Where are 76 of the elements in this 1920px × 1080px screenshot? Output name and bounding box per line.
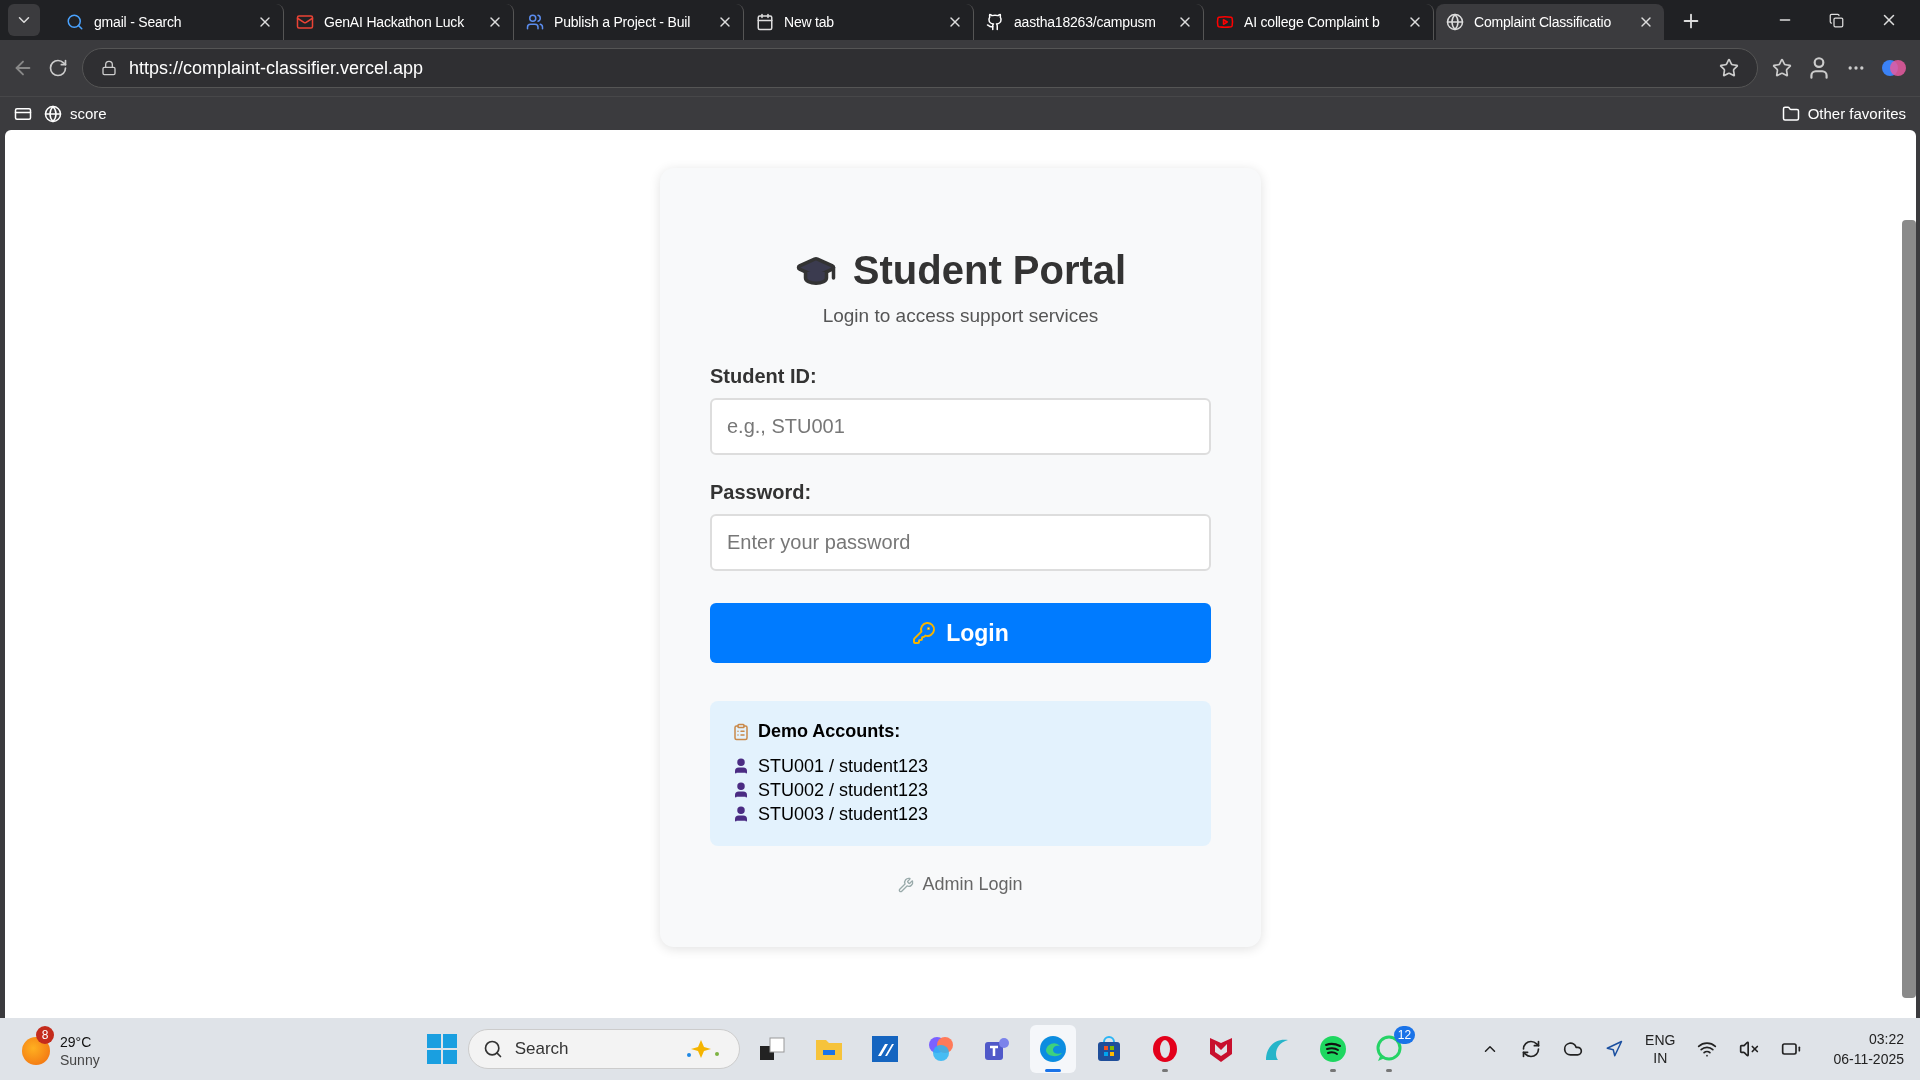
browser-tab[interactable]: gmail - Search (56, 4, 284, 40)
tab-list-button[interactable] (8, 4, 40, 36)
other-favorites[interactable]: Other favorites (1781, 104, 1906, 123)
favorites-icon[interactable] (1772, 58, 1792, 78)
weather-widget[interactable]: 8 29°C Sunny (16, 1025, 106, 1073)
temperature: 29°C (60, 1033, 93, 1051)
browser-tab[interactable]: AI college Complaint b (1206, 4, 1434, 40)
account-text: STU002 / student123 (758, 779, 929, 802)
account-text: STU001 / student123 (758, 755, 929, 778)
start-icon[interactable] (425, 1033, 458, 1065)
url-text: https://complaint-classifier.vercel.app (129, 57, 425, 79)
calendar-icon (756, 13, 774, 31)
restore-icon[interactable] (1829, 12, 1844, 28)
weather-condition: Sunny (60, 1051, 100, 1069)
bookmark-label: score (70, 105, 107, 122)
taskbar-search[interactable]: Search (467, 1029, 740, 1069)
address-bar[interactable]: https://complaint-classifier.vercel.app (82, 48, 1758, 88)
spotify-icon (1317, 1034, 1348, 1064)
notification-badge: 12 (1393, 1026, 1416, 1044)
muted-speaker-icon[interactable] (1739, 1039, 1760, 1059)
account-text: STU003 / student123 (758, 803, 929, 826)
globe-icon (44, 104, 62, 123)
time-text: 03:22 (1868, 1030, 1904, 1049)
language-text: ENG (1645, 1031, 1676, 1049)
login-button[interactable]: Login (710, 603, 1211, 663)
browser-tab[interactable]: Complaint Classificatio (1436, 4, 1664, 40)
user-icon (732, 781, 750, 799)
search-placeholder: Search (514, 1039, 570, 1059)
play-icon (1216, 13, 1234, 31)
browser-tab[interactable]: GenAI Hackathon Luck (286, 4, 514, 40)
sync-icon[interactable] (1521, 1039, 1542, 1059)
scrollbar-thumb[interactable] (1902, 220, 1916, 998)
key-icon (912, 621, 937, 645)
tab-title: Complaint Classificatio (1474, 14, 1612, 30)
demo-heading: Demo Accounts: (758, 721, 901, 742)
input-field[interactable]: Enter your password (710, 514, 1211, 571)
browser-tab[interactable]: Publish a Project - Buil (516, 4, 744, 40)
bookmark-label: Other favorites (1807, 105, 1906, 122)
field-label: Student ID: (710, 365, 818, 388)
clipboard-icon (732, 722, 750, 741)
lock-icon (101, 60, 117, 76)
browser-tab[interactable]: New tab (746, 4, 974, 40)
search-icon (66, 13, 84, 31)
tab-title: gmail - Search (94, 14, 183, 30)
tab-title: aastha18263/campusm (1014, 14, 1157, 30)
field-label: Password: (710, 481, 813, 504)
admin-login-link[interactable]: Admin Login (898, 874, 1023, 895)
bookmark[interactable]: score (44, 104, 107, 123)
language-indicator[interactable]: ENG IN (1645, 1031, 1676, 1067)
tab-title: New tab (784, 14, 835, 30)
subtitle: Login to access support services (821, 305, 1100, 327)
clock[interactable]: 03:22 06-11-2025 (1833, 1029, 1904, 1069)
user-icon (732, 757, 750, 775)
cloud-icon[interactable] (1563, 1039, 1584, 1059)
user-icon (732, 805, 750, 823)
notification-badge: 8 (36, 1026, 54, 1044)
github-icon (986, 13, 1004, 31)
page-title: Student Portal (852, 248, 1127, 293)
star-icon[interactable] (1719, 58, 1739, 78)
envelope-icon (296, 13, 314, 31)
people-icon (526, 13, 544, 31)
tab-title: AI college Complaint b (1244, 14, 1381, 30)
wrench-icon (898, 876, 915, 893)
sun-icon (22, 1037, 50, 1065)
input-field[interactable]: e.g., STU001 (710, 398, 1211, 455)
folder-icon (1781, 104, 1800, 123)
browser-tab[interactable]: aastha18263/campusm (976, 4, 1204, 40)
location-icon[interactable] (1605, 1040, 1624, 1058)
reload-icon[interactable] (48, 58, 68, 78)
tab-title: Publish a Project - Buil (554, 14, 692, 30)
date-text: 06-11-2025 (1833, 1050, 1904, 1069)
search-icon (482, 1039, 503, 1059)
language-text: IN (1653, 1049, 1668, 1067)
wifi-icon[interactable] (1697, 1039, 1718, 1059)
tab-title: GenAI Hackathon Luck (324, 14, 465, 30)
globe-icon (1446, 13, 1464, 31)
